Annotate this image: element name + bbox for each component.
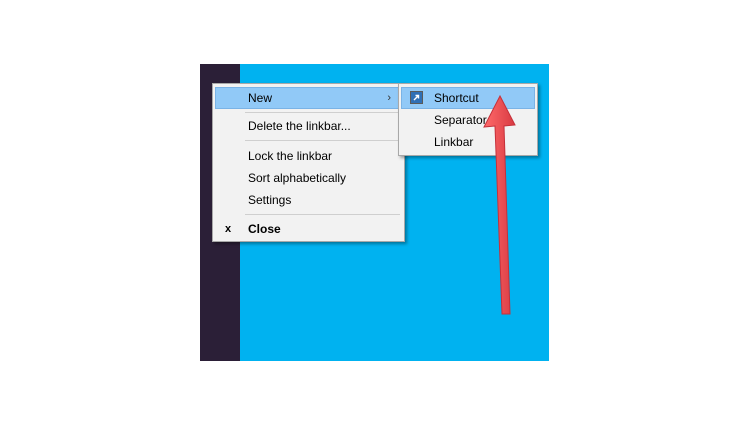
submenu-item-linkbar-label: Linkbar <box>434 135 474 149</box>
submenu-item-linkbar[interactable]: Linkbar <box>401 131 535 153</box>
menu-item-delete-linkbar[interactable]: Delete the linkbar... <box>215 115 402 137</box>
linkbar-context-menu: New › Delete the linkbar... Lock the lin… <box>212 83 405 242</box>
menu-item-sort-alphabetically[interactable]: Sort alphabetically <box>215 167 402 189</box>
menu-item-lock-linkbar[interactable]: Lock the linkbar <box>215 145 402 167</box>
menu-item-sort-label: Sort alphabetically <box>248 171 347 185</box>
menu-separator <box>245 214 400 215</box>
chevron-right-icon: › <box>387 92 391 104</box>
close-icon: x <box>225 223 232 235</box>
menu-item-new[interactable]: New › <box>215 87 402 109</box>
screen-region: New › Delete the linkbar... Lock the lin… <box>200 64 549 361</box>
submenu-item-shortcut[interactable]: Shortcut <box>401 87 535 109</box>
menu-item-close[interactable]: x Close <box>215 218 402 240</box>
new-submenu: Shortcut Separator Linkbar <box>398 83 538 156</box>
menu-item-close-label: Close <box>248 222 281 236</box>
menu-item-delete-label: Delete the linkbar... <box>248 119 351 133</box>
menu-item-settings[interactable]: Settings <box>215 189 402 211</box>
submenu-item-separator[interactable]: Separator <box>401 109 535 131</box>
menu-separator <box>245 140 400 141</box>
menu-item-settings-label: Settings <box>248 193 292 207</box>
menu-item-new-label: New <box>248 91 273 105</box>
shortcut-arrow-icon <box>410 91 423 104</box>
submenu-item-separator-label: Separator <box>434 113 487 127</box>
menu-separator <box>245 112 400 113</box>
submenu-item-shortcut-label: Shortcut <box>434 91 479 105</box>
menu-item-lock-label: Lock the linkbar <box>248 149 333 163</box>
